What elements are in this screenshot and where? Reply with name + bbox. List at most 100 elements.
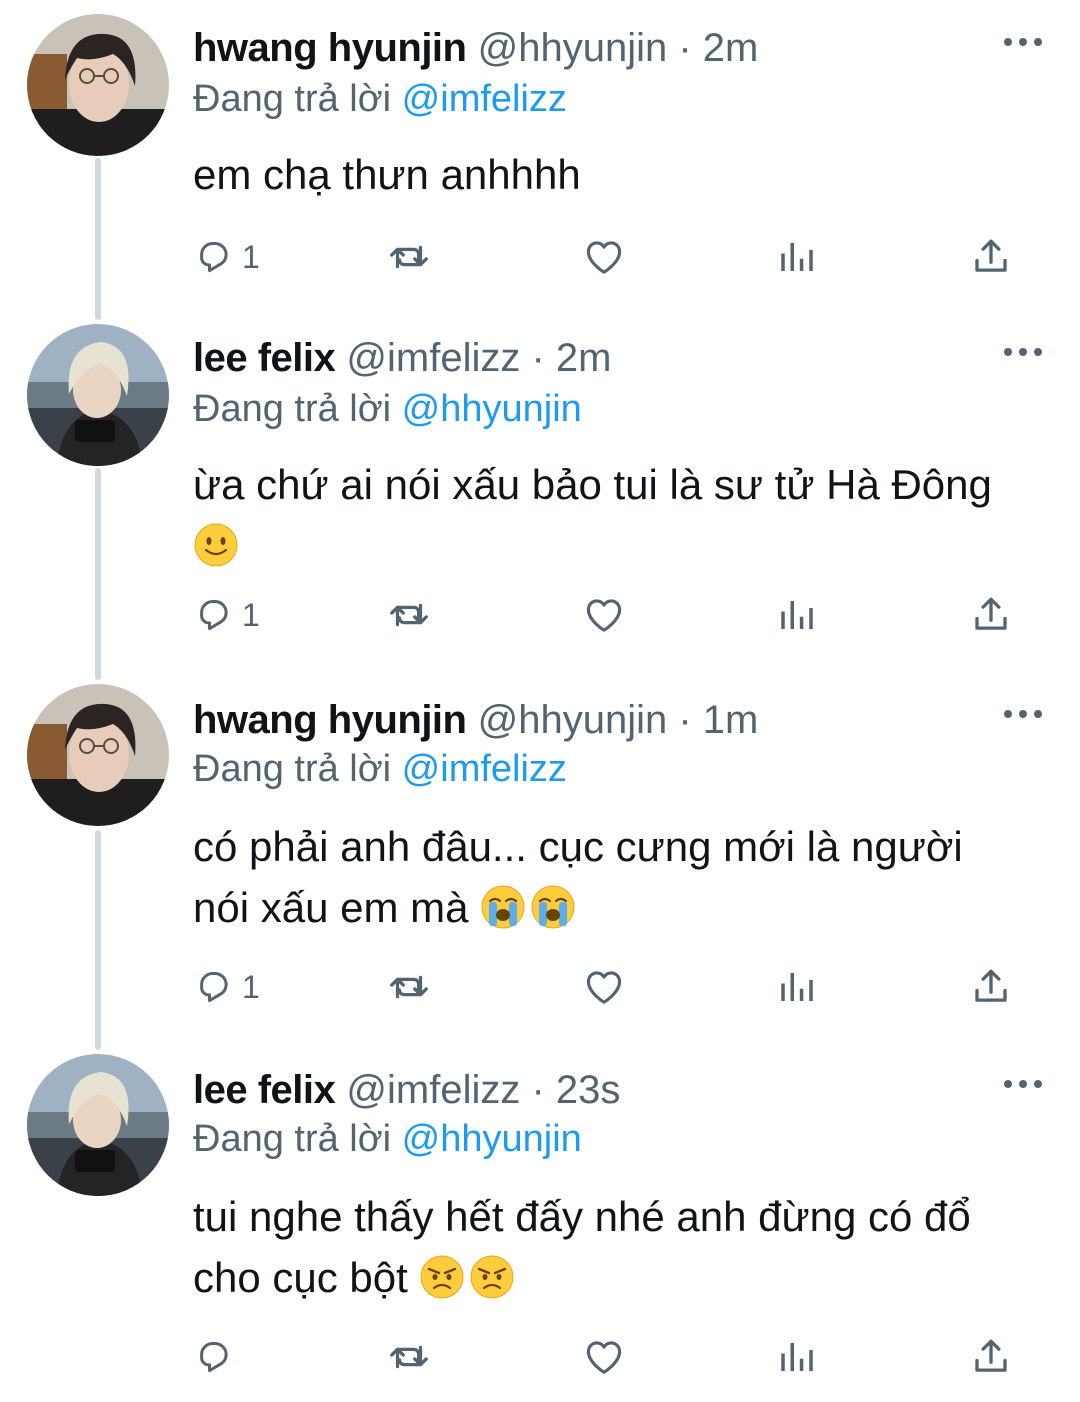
timestamp[interactable]: 2m — [703, 26, 759, 70]
like-button[interactable] — [582, 590, 626, 640]
reply-button[interactable]: 1 — [192, 590, 260, 640]
tweet-header: hwang hyunjin @hhyunjin · 1m — [193, 696, 758, 744]
separator-dot: · — [678, 26, 692, 70]
tweet-text: em chạ thưn anhhhh — [193, 144, 1043, 205]
reply-count: 1 — [242, 596, 260, 633]
avatar[interactable] — [27, 324, 169, 466]
reply-count: 1 — [242, 968, 260, 1005]
replying-to: Đang trả lời @hhyunjin — [193, 1116, 582, 1162]
retweet-icon — [390, 245, 428, 269]
separator-dot: · — [531, 1068, 545, 1112]
tweet-text-line: cho cục bột — [193, 1247, 1043, 1308]
replying-to-label: Đang trả lời — [193, 388, 392, 430]
like-button[interactable] — [582, 1332, 626, 1382]
avatar[interactable] — [27, 1054, 169, 1196]
angry-face-emoji — [419, 1254, 465, 1300]
separator-dot: · — [678, 698, 692, 742]
timestamp[interactable]: 1m — [703, 698, 759, 742]
separator-dot: · — [531, 336, 545, 380]
views-button[interactable] — [776, 1332, 818, 1382]
display-name[interactable]: lee felix — [193, 336, 336, 380]
reply-icon — [200, 600, 228, 631]
timestamp[interactable]: 2m — [556, 336, 612, 380]
loudly-crying-face-emoji — [480, 884, 526, 930]
avatar[interactable] — [27, 684, 169, 826]
heart-icon — [586, 599, 622, 632]
timestamp[interactable]: 23s — [556, 1068, 621, 1112]
views-icon — [781, 243, 813, 271]
share-button[interactable] — [970, 962, 1012, 1012]
replying-to-label: Đang trả lời — [193, 748, 392, 790]
replying-to-mention[interactable]: @hhyunjin — [402, 388, 582, 430]
retweet-icon — [390, 603, 428, 627]
share-button[interactable] — [970, 1332, 1012, 1382]
user-handle[interactable]: @hhyunjin — [478, 698, 668, 742]
tweet-text: có phải anh đâu... cục cưng mới là người… — [193, 816, 1043, 938]
replying-to: Đang trả lời @hhyunjin — [193, 386, 582, 432]
angry-face-emoji — [469, 1254, 515, 1300]
tweet[interactable]: lee felix @imfelizz · 23s Đang trả lời @… — [0, 1042, 1080, 1402]
reply-button[interactable] — [192, 1332, 242, 1382]
tweet-text-line: tui nghe thấy hết đấy nhé anh đừng có đổ — [193, 1193, 971, 1240]
tweet-header: lee felix @imfelizz · 23s — [193, 1066, 620, 1114]
share-icon — [975, 597, 1007, 630]
more-options-icon[interactable] — [1000, 1072, 1046, 1096]
reply-icon — [200, 972, 228, 1003]
heart-icon — [586, 241, 622, 274]
slightly-smiling-face-emoji — [193, 522, 239, 568]
tweet-actions: 1 — [0, 232, 1080, 282]
share-button[interactable] — [970, 590, 1012, 640]
tweet-text: ừa chứ ai nói xấu bảo tui là sư tử Hà Đô… — [193, 454, 1043, 576]
user-handle[interactable]: @hhyunjin — [478, 26, 668, 70]
user-handle[interactable]: @imfelizz — [346, 1068, 520, 1112]
share-icon — [975, 969, 1007, 1002]
reply-count: 1 — [242, 238, 260, 275]
replying-to: Đang trả lời @imfelizz — [193, 76, 567, 122]
share-button[interactable] — [970, 232, 1012, 282]
retweet-button[interactable] — [386, 232, 432, 282]
more-options-icon[interactable] — [1000, 340, 1046, 364]
tweet-header: hwang hyunjin @hhyunjin · 2m — [193, 24, 758, 72]
views-icon — [781, 1343, 813, 1371]
retweet-button[interactable] — [386, 590, 432, 640]
replying-to-mention[interactable]: @hhyunjin — [402, 1118, 582, 1160]
retweet-icon — [390, 1345, 428, 1369]
tweet-text-line: ừa chứ ai nói xấu bảo tui là sư tử Hà Đô… — [193, 461, 992, 508]
tweet[interactable]: lee felix @imfelizz · 2m Đang trả lời @h… — [0, 310, 1080, 672]
tweet-header: lee felix @imfelizz · 2m — [193, 334, 612, 382]
views-button[interactable] — [776, 962, 818, 1012]
tweet-text-line — [193, 515, 1043, 576]
reply-button[interactable]: 1 — [192, 232, 260, 282]
tweet-text-segment: cho cục bột — [193, 1254, 408, 1301]
views-button[interactable] — [776, 590, 818, 640]
replying-to-mention[interactable]: @imfelizz — [402, 78, 567, 120]
tweet-actions: 1 — [0, 590, 1080, 640]
display-name[interactable]: hwang hyunjin — [193, 26, 467, 70]
heart-icon — [586, 1341, 622, 1374]
tweet[interactable]: hwang hyunjin @hhyunjin · 2m Đang trả lờ… — [0, 0, 1080, 310]
replying-to-mention[interactable]: @imfelizz — [402, 748, 567, 790]
more-options-icon[interactable] — [1000, 702, 1046, 726]
replying-to: Đang trả lời @imfelizz — [193, 746, 567, 792]
more-options-icon[interactable] — [1000, 30, 1046, 54]
tweet[interactable]: hwang hyunjin @hhyunjin · 1m Đang trả lờ… — [0, 672, 1080, 1042]
share-icon — [975, 239, 1007, 272]
like-button[interactable] — [582, 962, 626, 1012]
tweet-text-line: nói xấu em mà — [193, 877, 1043, 938]
retweet-button[interactable] — [386, 962, 432, 1012]
reply-button[interactable]: 1 — [192, 962, 260, 1012]
user-handle[interactable]: @imfelizz — [346, 336, 520, 380]
tweet-actions — [0, 1332, 1080, 1382]
display-name[interactable]: hwang hyunjin — [193, 698, 467, 742]
tweet-text-line: có phải anh đâu... cục cưng mới là người — [193, 823, 963, 870]
heart-icon — [586, 971, 622, 1004]
views-icon — [781, 973, 813, 1001]
like-button[interactable] — [582, 232, 626, 282]
display-name[interactable]: lee felix — [193, 1068, 336, 1112]
tweet-actions: 1 — [0, 962, 1080, 1012]
views-button[interactable] — [776, 232, 818, 282]
tweet-thread: hwang hyunjin @hhyunjin · 2m Đang trả lờ… — [0, 0, 1080, 1402]
replying-to-label: Đang trả lời — [193, 78, 392, 120]
avatar[interactable] — [27, 14, 169, 156]
retweet-button[interactable] — [386, 1332, 432, 1382]
